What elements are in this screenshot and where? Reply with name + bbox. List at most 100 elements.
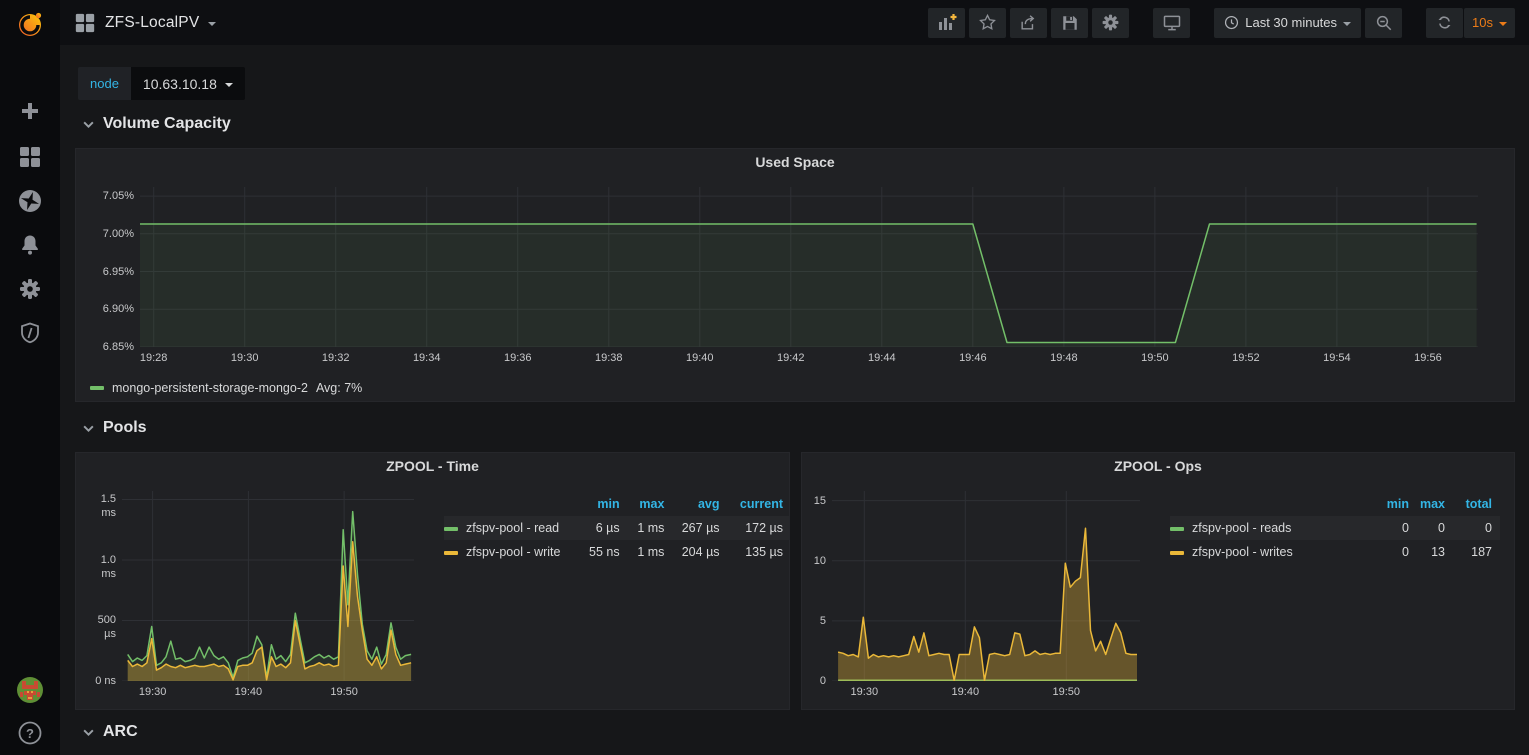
row-title: Volume Capacity (103, 115, 231, 133)
row-arc[interactable]: ARC (82, 723, 138, 741)
grafana-logo-icon[interactable] (0, 7, 60, 41)
legend-header-min[interactable]: min (1340, 495, 1417, 516)
refresh-icon (1436, 14, 1453, 31)
chevron-down-icon (1343, 22, 1351, 26)
series-color-swatch (444, 527, 458, 531)
y-axis-tick: 10 (810, 554, 826, 568)
x-axis-tick: 19:40 (218, 686, 278, 698)
legend-current-value: 172 µs (728, 516, 790, 540)
time-range-picker[interactable]: Last 30 minutes (1214, 8, 1361, 38)
svg-text:?: ? (26, 726, 34, 741)
legend-min-value: 55 ns (568, 540, 627, 564)
node-variable-dropdown[interactable]: 10.63.10.18 (131, 67, 245, 100)
legend-header-current[interactable]: current (728, 495, 790, 516)
legend-header-total[interactable]: total (1453, 495, 1500, 516)
used-space-legend: mongo-persistent-storage-mongo-2 Avg: 7% (90, 381, 362, 395)
alerting-icon[interactable] (0, 228, 60, 262)
legend-series-name: zfspv-pool - write (466, 545, 560, 559)
chevron-down-icon (225, 83, 233, 87)
legend-series-name[interactable]: mongo-persistent-storage-mongo-2 (112, 381, 308, 395)
x-axis-tick: 19:40 (935, 686, 995, 698)
legend-header-row: min max total (1170, 495, 1500, 516)
grafana-dashboard: ? ZFS-LocalPV (0, 0, 1529, 755)
panel-title[interactable]: ZPOOL - Ops (802, 453, 1514, 479)
chevron-down-icon (82, 118, 95, 131)
chevron-down-icon (82, 422, 95, 435)
x-axis-tick: 19:30 (215, 352, 275, 364)
x-axis-tick: 19:52 (1216, 352, 1276, 364)
legend-min-value: 0 (1340, 540, 1417, 564)
legend-avg-value: Avg: 7% (316, 381, 362, 395)
star-button[interactable] (969, 8, 1006, 38)
legend-min-value: 6 µs (568, 516, 627, 540)
x-axis-tick: 19:30 (123, 686, 183, 698)
series-color-swatch (1170, 527, 1184, 531)
zpool-time-plot[interactable] (122, 491, 414, 681)
dashboard-title-menu[interactable]: ZFS-LocalPV (74, 12, 216, 34)
time-range-label: Last 30 minutes (1245, 15, 1337, 30)
x-axis-tick: 19:56 (1398, 352, 1458, 364)
sidebar: ? (0, 0, 60, 755)
legend-row-reads: zfspv-pool - reads 0 0 0 (1170, 516, 1500, 540)
template-variables: node 10.63.10.18 (78, 67, 245, 100)
legend-header-min[interactable]: min (568, 495, 627, 516)
server-admin-shield-icon[interactable] (0, 316, 60, 350)
panel-title[interactable]: ZPOOL - Time (76, 453, 789, 479)
panel-zpool-ops: ZPOOL - Ops 05101519:3019:4019:50 min ma… (801, 452, 1515, 710)
dashboards-icon[interactable] (0, 140, 60, 174)
node-variable-label: node (78, 67, 131, 100)
y-axis-tick: 0 (810, 674, 826, 688)
legend-current-value: 135 µs (728, 540, 790, 564)
zoom-out-button[interactable] (1365, 8, 1402, 38)
row-pools[interactable]: Pools (82, 419, 147, 437)
zpool-time-legend: min max avg current zfspv-pool - read 6 … (444, 495, 790, 585)
dashboard-grid-icon (74, 12, 96, 34)
zpool-time-chart: 0 ns500 µs1.0 ms1.5 ms19:3019:4019:50 (84, 479, 439, 703)
legend-max-value: 13 (1417, 540, 1453, 564)
x-axis-tick: 19:48 (1034, 352, 1094, 364)
chevron-down-icon (82, 726, 95, 739)
row-title: Pools (103, 419, 147, 437)
node-variable-value: 10.63.10.18 (143, 76, 217, 92)
zpool-ops-plot[interactable] (832, 491, 1140, 681)
legend-max-value: 1 ms (628, 516, 673, 540)
used-space-plot[interactable] (140, 187, 1478, 347)
row-title: ARC (103, 723, 138, 741)
y-axis-tick: 6.95% (84, 265, 134, 279)
explore-icon[interactable] (0, 184, 60, 218)
panel-title[interactable]: Used Space (76, 149, 1514, 175)
magnifier-minus-icon (1375, 14, 1393, 32)
series-color-swatch (90, 386, 104, 390)
y-axis-tick: 6.90% (84, 302, 134, 316)
save-button[interactable] (1051, 8, 1088, 38)
x-axis-tick: 19:28 (124, 352, 184, 364)
add-panel-button[interactable] (928, 8, 965, 38)
legend-total-value: 0 (1453, 516, 1500, 540)
legend-row-writes: zfspv-pool - writes 0 13 187 (1170, 540, 1500, 564)
x-axis-tick: 19:54 (1307, 352, 1367, 364)
row-volume-capacity[interactable]: Volume Capacity (82, 115, 231, 133)
x-axis-tick: 19:44 (852, 352, 912, 364)
configuration-gear-icon[interactable] (0, 272, 60, 306)
y-axis-tick: 1.5 ms (84, 492, 116, 520)
avatar[interactable] (0, 673, 60, 707)
legend-total-value: 187 (1453, 540, 1500, 564)
y-axis-tick: 5 (810, 614, 826, 628)
tv-kiosk-button[interactable] (1153, 8, 1190, 38)
y-axis-tick: 7.00% (84, 227, 134, 241)
refresh-interval-picker[interactable]: 10s (1464, 8, 1515, 38)
refresh-button[interactable] (1426, 8, 1463, 38)
panel-used-space: Used Space 6.85%6.90%6.95%7.00%7.05%19:2… (75, 148, 1515, 402)
legend-header-max[interactable]: max (628, 495, 673, 516)
y-axis-tick: 7.05% (84, 189, 134, 203)
help-icon[interactable]: ? (0, 716, 60, 750)
legend-series-name: zfspv-pool - read (466, 521, 559, 535)
settings-gear-button[interactable] (1092, 8, 1129, 38)
legend-header-avg[interactable]: avg (672, 495, 727, 516)
x-axis-tick: 19:30 (834, 686, 894, 698)
legend-header-row: min max avg current (444, 495, 790, 516)
add-icon[interactable] (0, 94, 60, 128)
refresh-controls: 10s (1426, 8, 1515, 38)
share-button[interactable] (1010, 8, 1047, 38)
legend-header-max[interactable]: max (1417, 495, 1453, 516)
